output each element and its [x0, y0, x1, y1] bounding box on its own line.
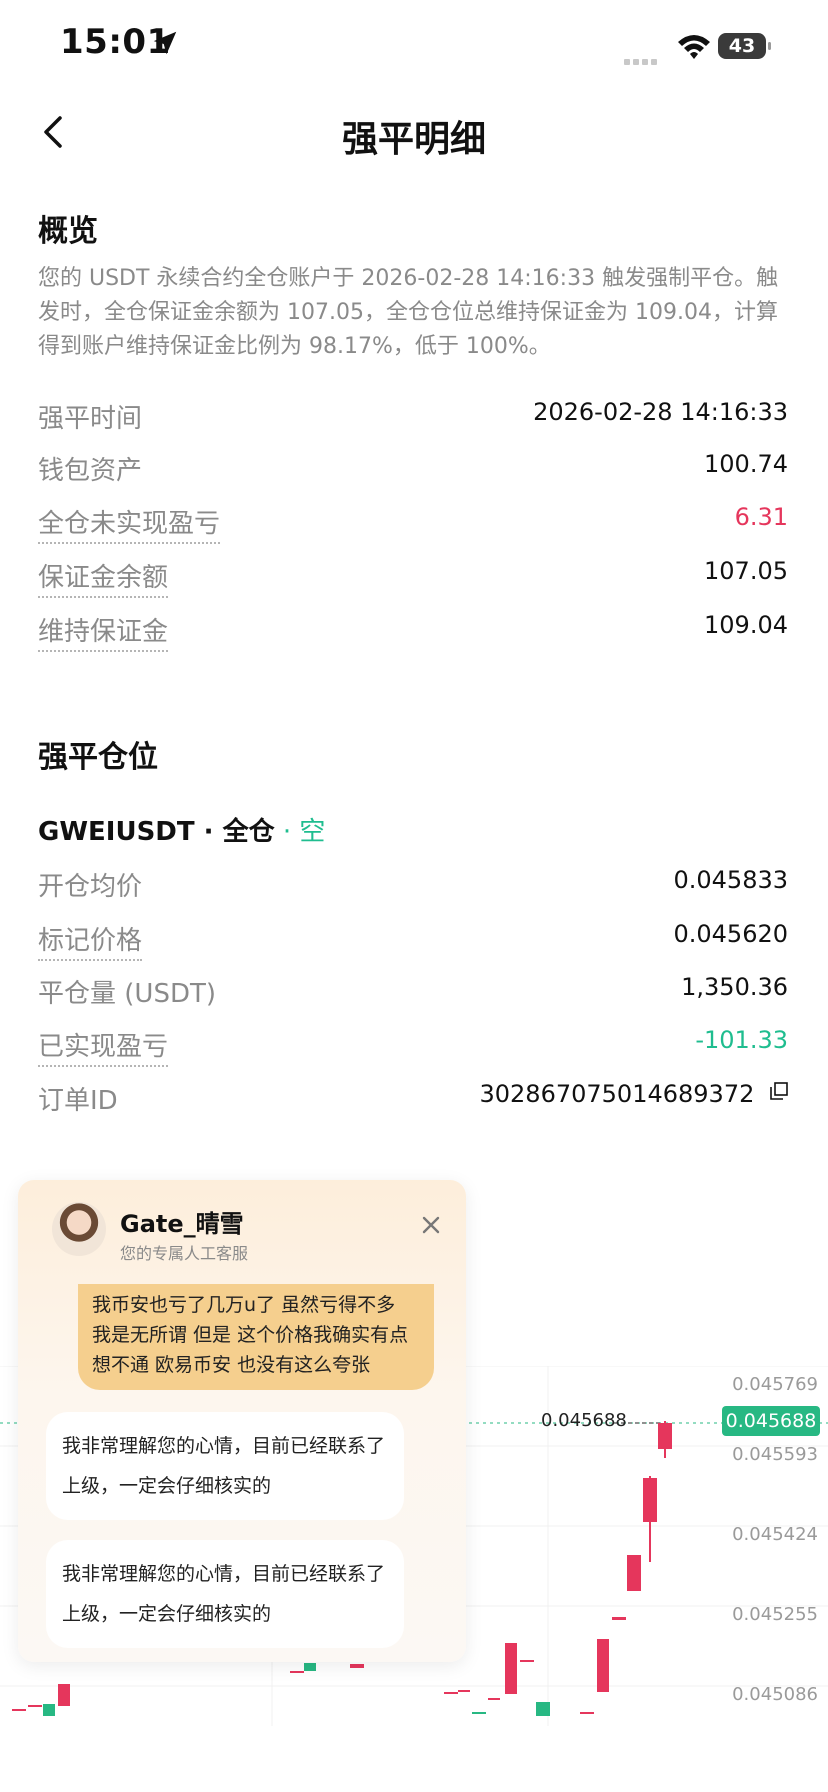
position-side: · 空 — [274, 817, 326, 847]
candle — [505, 1643, 517, 1694]
row-value: 109.04 — [704, 611, 788, 639]
order-id-value: 302867075014689372 — [479, 1080, 755, 1108]
candle — [612, 1617, 626, 1620]
y-axis-label: 0.045593 — [732, 1444, 818, 1465]
overview-title: 概览 — [38, 214, 98, 249]
candle — [488, 1698, 500, 1700]
row-maintenance-margin: 维持保证金 109.04 — [38, 611, 788, 652]
signal-icon — [624, 50, 660, 69]
row-entry-price: 开仓均价 0.045833 — [38, 866, 788, 906]
row-label-tooltip[interactable]: 保证金余额 — [38, 557, 169, 598]
candle — [597, 1639, 609, 1692]
last-price-label: 0.045688 — [541, 1410, 627, 1431]
overview-description: 您的 USDT 永续合约全仓账户于 2026-02-28 14:16:33 触发… — [38, 266, 779, 359]
nav-bar: 强平明细 — [0, 92, 828, 172]
candle — [658, 1423, 672, 1449]
agent-avatar — [52, 1202, 106, 1256]
row-label-tooltip[interactable]: 维持保证金 — [38, 611, 169, 652]
row-label: 开仓均价 — [38, 872, 143, 902]
candle — [458, 1690, 470, 1692]
candle — [304, 1663, 316, 1671]
candle — [444, 1692, 458, 1694]
row-value: 107.05 — [704, 557, 788, 585]
row-label: 强平时间 — [38, 404, 143, 434]
row-realized-pnl: 已实现盈亏 -101.33 — [38, 1026, 788, 1067]
candle — [643, 1478, 657, 1522]
candle — [58, 1684, 70, 1706]
candle — [520, 1660, 534, 1662]
user-message-bubble: 我币安也亏了几万u了 虽然亏得不多 我是无所谓 但是 这个价格我确实有点想不通 … — [78, 1284, 434, 1390]
wifi-icon — [678, 35, 710, 59]
candle — [12, 1709, 26, 1711]
candle — [28, 1705, 42, 1707]
y-axis-label: 0.045424 — [732, 1524, 818, 1545]
current-price-tag: 0.045688 — [722, 1406, 820, 1436]
row-value: 1,350.36 — [681, 973, 788, 1001]
row-value: 100.74 — [704, 450, 788, 478]
agent-message-bubble: 我非常理解您的心情，目前已经联系了上级，一定会仔细核实的 — [46, 1540, 404, 1648]
copy-icon[interactable] — [770, 1082, 788, 1100]
candle — [350, 1664, 364, 1668]
position-symbol: GWEIUSDT — [38, 817, 195, 847]
row-value: -101.33 — [695, 1026, 788, 1054]
y-axis-label: 0.045086 — [732, 1684, 818, 1705]
row-value: 2026-02-28 14:16:33 — [533, 398, 788, 426]
candle — [43, 1704, 55, 1716]
candle — [472, 1712, 486, 1714]
close-icon[interactable] — [420, 1214, 442, 1236]
row-label-tooltip[interactable]: 已实现盈亏 — [38, 1026, 169, 1067]
row-margin-balance: 保证金余额 107.05 — [38, 557, 788, 598]
row-value: 0.045620 — [673, 920, 788, 948]
candle — [627, 1555, 641, 1591]
y-axis-label: 0.045255 — [732, 1604, 818, 1625]
row-label: 平仓量 (USDT) — [38, 979, 216, 1009]
row-label: 订单ID — [38, 1086, 118, 1116]
status-bar: 15:01 43 — [0, 0, 828, 92]
row-unrealized-pnl: 全仓未实现盈亏 6.31 — [38, 503, 788, 544]
row-mark-price: 标记价格 0.045620 — [38, 920, 788, 961]
position-section-title: 强平仓位 — [38, 740, 158, 775]
position-mode: · 全仓 — [194, 817, 275, 847]
candle — [580, 1712, 594, 1714]
agent-name: Gate_晴雪 — [120, 1210, 244, 1238]
customer-service-chat[interactable]: Gate_晴雪 您的专属人工客服 我币安也亏了几万u了 虽然亏得不多 我是无所谓… — [18, 1180, 466, 1662]
row-close-amount: 平仓量 (USDT) 1,350.36 — [38, 973, 788, 1013]
battery-icon: 43 — [718, 33, 771, 59]
row-label: 钱包资产 — [38, 456, 143, 486]
agent-message-bubble: 我非常理解您的心情，目前已经联系了上级，一定会仔细核实的 — [46, 1412, 404, 1520]
candle — [290, 1671, 304, 1673]
agent-subtitle: 您的专属人工客服 — [120, 1244, 249, 1263]
row-wallet-assets: 钱包资产 100.74 — [38, 450, 788, 490]
row-label-tooltip[interactable]: 全仓未实现盈亏 — [38, 503, 221, 544]
location-arrow-icon — [153, 31, 177, 55]
row-value: 6.31 — [734, 503, 788, 531]
row-order-id: 订单ID 302867075014689372 — [38, 1080, 788, 1120]
row-value-with-copy: 302867075014689372 — [480, 1080, 789, 1108]
position-symbol-line: GWEIUSDT · 全仓 · 空 — [38, 811, 325, 848]
row-label-tooltip[interactable]: 标记价格 — [38, 920, 143, 961]
y-axis-label: 0.045769 — [732, 1374, 818, 1395]
row-value: 0.045833 — [673, 866, 788, 894]
candle — [536, 1702, 550, 1716]
page-title: 强平明细 — [341, 119, 486, 160]
row-liquidation-time: 强平时间 2026-02-28 14:16:33 — [38, 398, 788, 438]
